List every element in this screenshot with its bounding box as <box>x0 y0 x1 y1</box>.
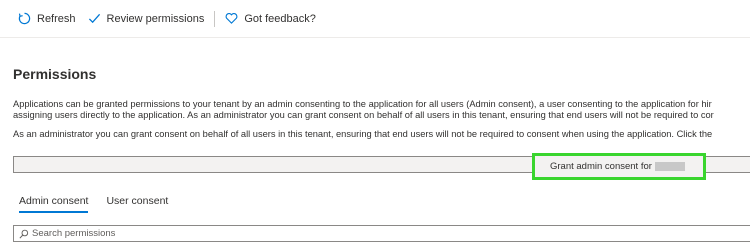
search-icon <box>19 229 29 239</box>
consent-tabs: Admin consent User consent <box>19 195 186 215</box>
description-line-2: assigning users directly to the applicat… <box>13 110 714 120</box>
search-box <box>13 225 750 242</box>
search-input[interactable] <box>32 228 632 239</box>
tab-admin-consent[interactable]: Admin consent <box>19 195 89 215</box>
refresh-icon <box>18 12 31 25</box>
refresh-button[interactable]: Refresh <box>18 0 76 38</box>
app-registration-permissions-page: Refresh Review permissions Got feedback?… <box>0 0 750 248</box>
section-title: Permissions <box>13 66 97 82</box>
command-bar: Refresh Review permissions Got feedback? <box>0 0 750 38</box>
admin-consent-note: As an administrator you can grant consen… <box>13 129 713 139</box>
review-permissions-label: Review permissions <box>106 12 205 25</box>
checkmark-icon <box>88 12 101 25</box>
feedback-button[interactable]: Got feedback? <box>225 0 316 38</box>
tab-user-consent[interactable]: User consent <box>106 195 168 215</box>
grant-admin-consent-label: Grant admin consent for <box>550 161 652 172</box>
refresh-label: Refresh <box>37 12 76 25</box>
redacted-tenant-name <box>654 162 685 171</box>
toolbar-divider <box>214 10 216 27</box>
feedback-label: Got feedback? <box>244 12 316 25</box>
grant-admin-consent-button[interactable]: Grant admin consent for <box>532 153 706 180</box>
heart-icon <box>225 12 238 25</box>
review-permissions-button[interactable]: Review permissions <box>88 0 205 38</box>
